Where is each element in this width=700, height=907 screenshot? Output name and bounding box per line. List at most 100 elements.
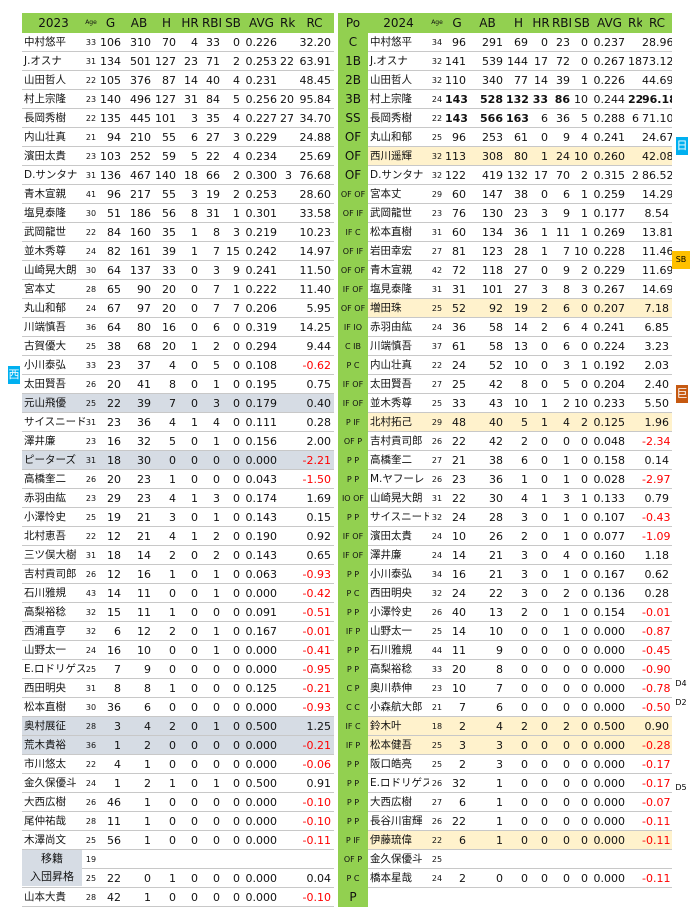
y2023-cell-rc — [295, 850, 334, 869]
y2023-cell-sb: 0 — [233, 682, 240, 695]
y2024-cell-rk — [628, 736, 642, 755]
y2024-cell-avg: 0.204 — [593, 378, 626, 391]
y2023-cell-rc: -0.10 — [302, 796, 331, 809]
y2024-cell-hr: 14 — [534, 74, 548, 87]
y2023-cell-rbi: 1 — [213, 625, 220, 638]
col-2023-header-5: HR — [179, 13, 201, 33]
y2023-cell-name: 山野太一 — [24, 644, 66, 656]
y2023-cell-avg: 0.000 — [245, 663, 278, 676]
y2024-cell-age: 24 — [431, 874, 443, 883]
y2024-cell-sb: 0 — [581, 568, 588, 581]
y2023-cell-rbi: 0 — [213, 891, 220, 904]
y2024-cell-ab: 419 — [482, 169, 503, 182]
y2024-cell-rk — [628, 660, 642, 679]
y2023-cell-rbi: 0 — [213, 796, 220, 809]
y2024-cell-rbi: 11 — [556, 226, 570, 239]
y2024-cell-rbi: 3 — [563, 359, 570, 372]
y2024-cell-rc: 13.81 — [642, 226, 672, 239]
y2023-cell-age: 41 — [85, 190, 97, 199]
y2023-cell-hr: 4 — [191, 36, 198, 49]
y2024-cell-h: 27 — [514, 283, 528, 296]
y2023-cell-h: 39 — [162, 245, 176, 258]
y2023-cell-rc: 14.25 — [299, 321, 332, 334]
y2023-cell-hr: 3 — [191, 112, 198, 125]
y2023-cell-rc: -0.11 — [302, 834, 331, 847]
y2023-cell-ab: 2 — [144, 739, 151, 752]
y2024-cell-h: 2 — [521, 435, 528, 448]
y2024-cell-rk — [628, 812, 642, 831]
y2023-cell-g: 22 — [107, 872, 121, 885]
draft-mark-d4: D4 — [675, 679, 687, 688]
y2024-cell-ab: 291 — [482, 36, 503, 49]
legend-new: 入団昇格 — [22, 868, 82, 886]
y2023-cell-age: 31 — [85, 551, 97, 560]
y2024-cell-h: 77 — [514, 74, 528, 87]
y2024-cell-hr: 0 — [541, 625, 548, 638]
y2023-cell-rc: 28.60 — [299, 188, 332, 201]
y2023-cell-hr: 0 — [191, 644, 198, 657]
y2024-cell-rbi: 72 — [556, 55, 570, 68]
y2023-cell-rc: 0.65 — [306, 549, 332, 562]
col-2023-header-3: AB — [124, 13, 154, 33]
y2023-cell-rk: 22 — [280, 55, 294, 68]
y2023-cell-ab: 310 — [130, 36, 151, 49]
y2023-cell-name: 塩見泰隆 — [24, 207, 66, 219]
y2023-cell-hr: 0 — [191, 587, 198, 600]
y2024-cell-h: 0 — [521, 872, 528, 885]
y2024-cell-sb: 0 — [581, 302, 588, 315]
y2024-cell-sb: 0 — [581, 739, 588, 752]
y2023-cell-age: 22 — [85, 76, 97, 85]
y2023-cell-h: 4 — [169, 492, 176, 505]
y2023-cell-ab: 11 — [137, 606, 151, 619]
y2024-cell-avg: 0.158 — [593, 454, 626, 467]
y2023-cell-avg: 0.143 — [245, 549, 278, 562]
y2024-cell-g: 60 — [452, 226, 466, 239]
y2024-cell-rc: 14.29 — [642, 188, 672, 201]
y2024-cell-avg: 0.167 — [593, 568, 626, 581]
y2023-cell-name: 山田哲人 — [24, 74, 66, 86]
y2024-cell-g: 81 — [452, 245, 466, 258]
y2023-cell-rc: 48.45 — [299, 74, 332, 87]
y2023-cell-rk: 3 — [285, 169, 292, 182]
y2023-cell-sb: 0 — [233, 473, 240, 486]
y2024-cell-g: 2 — [459, 758, 466, 771]
y2023-cell-rc: -0.62 — [302, 359, 331, 372]
y2023-cell-rbi: 19 — [206, 188, 220, 201]
y2024-cell-name: E.ロドリゲス — [370, 777, 429, 789]
y2023-cell-g: 82 — [107, 245, 121, 258]
y2024-cell-ab: 13 — [489, 606, 503, 619]
y2024-cell-g: 16 — [452, 568, 466, 581]
y2023-cell-hr: 1 — [191, 245, 198, 258]
y2023-cell-hr: 3 — [191, 188, 198, 201]
y2023-cell-avg: 0.000 — [245, 872, 278, 885]
y2023-cell-ab: 1 — [144, 796, 151, 809]
y2024-cell-g: 61 — [452, 340, 466, 353]
position-cell: P P — [338, 660, 368, 679]
y2024-cell-h: 69 — [514, 36, 528, 49]
y2024-cell-hr: 1 — [541, 245, 548, 258]
y2023-cell-g: 12 — [107, 530, 121, 543]
y2023-cell-sb: 4 — [233, 74, 240, 87]
y2023-cell-rc: 1.25 — [306, 720, 332, 733]
y2024-cell-rc: -0.11 — [642, 834, 671, 847]
y2024-cell-sb: 1 — [581, 74, 588, 87]
y2024-cell-rc: 96.18 — [642, 93, 672, 106]
y2023-cell-rbi: 71 — [206, 55, 220, 68]
y2023-cell-h: 20 — [162, 302, 176, 315]
y2024-cell-age: 34 — [431, 38, 443, 47]
y2023-cell-h: 1 — [169, 606, 176, 619]
y2024-cell-h: 14 — [514, 321, 528, 334]
y2024-cell-age: 23 — [431, 684, 443, 693]
y2024-cell-rbi: 23 — [556, 36, 570, 49]
y2024-cell-avg: 0.000 — [593, 739, 626, 752]
y2024-cell-age: 23 — [431, 209, 443, 218]
y2023-cell-avg: 0.229 — [245, 131, 278, 144]
y2023-cell-rc: 0.92 — [306, 530, 332, 543]
y2024-cell-hr: 0 — [541, 739, 548, 752]
y2024-cell-name: 小川泰弘 — [370, 568, 412, 580]
y2023-cell-name: 荒木貴裕 — [24, 739, 66, 751]
y2023-cell-name: 太田賢吾 — [24, 378, 66, 390]
y2023-cell-h: 0 — [169, 644, 176, 657]
y2023-cell-sb: 0 — [233, 758, 240, 771]
y2024-cell-sb: 0 — [581, 435, 588, 448]
